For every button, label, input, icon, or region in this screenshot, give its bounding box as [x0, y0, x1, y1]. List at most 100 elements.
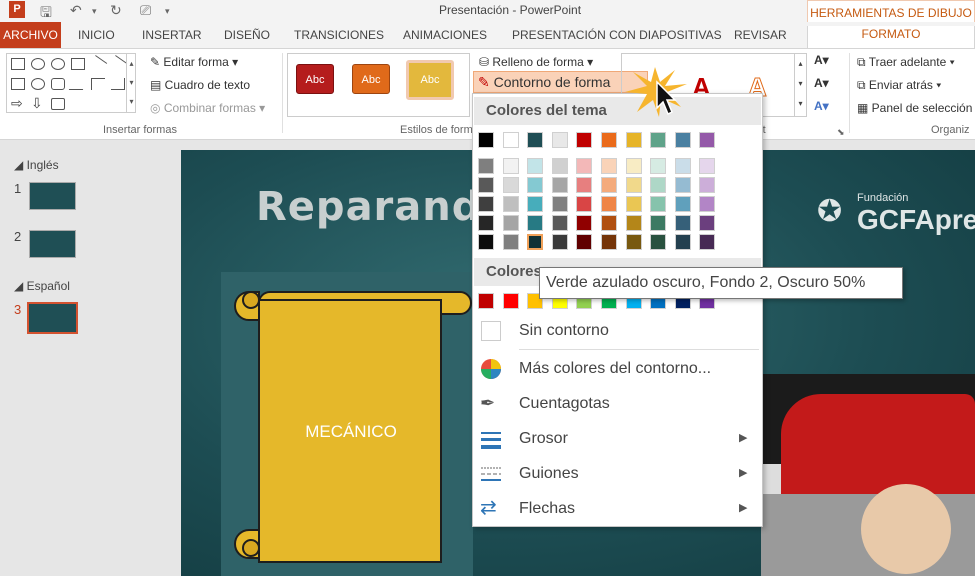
text-outline-icon[interactable]: A▾	[814, 76, 829, 90]
theme-color-swatch[interactable]	[699, 132, 716, 148]
theme-color-swatch[interactable]	[576, 177, 593, 193]
down-arrow-shape-icon[interactable]: ⇩	[31, 96, 45, 110]
theme-color-swatch[interactable]	[625, 177, 642, 193]
theme-color-swatch[interactable]	[674, 132, 691, 148]
weight-item[interactable]: Grosor ▶	[473, 423, 762, 455]
theme-color-swatch[interactable]	[576, 158, 593, 174]
theme-color-swatch[interactable]	[625, 215, 642, 231]
section-ingles[interactable]: ◢ Inglés	[14, 158, 59, 172]
theme-color-swatch[interactable]	[674, 215, 691, 231]
theme-color-swatch[interactable]	[576, 234, 593, 250]
theme-color-swatch[interactable]	[527, 158, 544, 174]
theme-color-swatch[interactable]	[699, 177, 716, 193]
theme-color-swatch[interactable]	[625, 158, 642, 174]
theme-color-swatch[interactable]	[527, 177, 544, 193]
section-espanol[interactable]: ◢ Español	[14, 279, 70, 293]
theme-color-swatch[interactable]	[674, 234, 691, 250]
theme-color-swatch[interactable]	[551, 132, 568, 148]
theme-color-swatch[interactable]	[601, 177, 617, 193]
theme-color-swatch[interactable]	[551, 196, 568, 212]
style-preset-red[interactable]: Abc	[296, 64, 334, 94]
theme-color-swatch[interactable]	[576, 196, 593, 212]
theme-color-swatch[interactable]	[551, 177, 568, 193]
theme-color-swatch[interactable]	[650, 132, 667, 148]
undo-icon[interactable]: ↶	[70, 2, 82, 19]
theme-color-swatch[interactable]	[699, 215, 716, 231]
standard-color-swatch[interactable]	[478, 293, 494, 309]
theme-color-swatch[interactable]	[478, 196, 494, 212]
tab-presentacion[interactable]: PRESENTACIÓN CON DIAPOSITIVAS	[512, 27, 722, 45]
tab-transiciones[interactable]: TRANSICIONES	[294, 27, 384, 45]
dialog-launcher-icon[interactable]: ⬊	[837, 127, 845, 138]
right-arrow-shape-icon[interactable]: ⇨	[11, 96, 25, 110]
theme-color-swatch-selected[interactable]	[527, 234, 544, 250]
more-outline-colors-item[interactable]: Más colores del contorno...	[473, 353, 762, 385]
circle-shape-icon[interactable]	[31, 78, 45, 90]
theme-color-swatch[interactable]	[502, 196, 519, 212]
undo-dropdown-icon[interactable]: ▾	[92, 6, 97, 17]
theme-color-swatch[interactable]	[478, 234, 494, 250]
text-effects-icon[interactable]: A▾	[814, 99, 829, 113]
tab-archivo[interactable]: ARCHIVO	[0, 22, 61, 48]
style-preset-orange[interactable]: Abc	[352, 64, 390, 94]
theme-color-swatch[interactable]	[576, 132, 593, 148]
smiley-shape-icon[interactable]	[51, 58, 65, 70]
theme-color-swatch[interactable]	[527, 132, 544, 148]
slide-thumbnail-3-selected[interactable]	[27, 302, 78, 334]
triangle-shape-icon[interactable]	[68, 78, 88, 90]
shape-fill-button[interactable]: ⛁ Relleno de forma ▾	[479, 55, 593, 69]
edit-shape-button[interactable]: ✎ Editar forma ▾	[150, 55, 238, 69]
standard-color-swatch[interactable]	[502, 293, 519, 309]
slide-thumbnail-1[interactable]	[29, 182, 76, 210]
theme-color-swatch[interactable]	[650, 234, 667, 250]
theme-color-swatch[interactable]	[527, 196, 544, 212]
theme-color-swatch[interactable]	[674, 177, 691, 193]
customize-toolbar-icon[interactable]: ▾	[165, 6, 170, 17]
merge-shapes-button[interactable]: ◎ Combinar formas ▾	[150, 101, 265, 115]
callout-shape-icon[interactable]	[51, 98, 65, 110]
theme-color-swatch[interactable]	[601, 196, 617, 212]
theme-color-swatch[interactable]	[502, 132, 519, 148]
line-shape-icon[interactable]	[88, 55, 108, 73]
theme-color-swatch[interactable]	[650, 215, 667, 231]
theme-color-swatch[interactable]	[674, 196, 691, 212]
theme-color-swatch[interactable]	[527, 215, 544, 231]
theme-color-swatch[interactable]	[650, 177, 667, 193]
no-outline-item[interactable]: Sin contorno	[473, 315, 762, 347]
theme-color-swatch[interactable]	[601, 132, 617, 148]
text-box-button[interactable]: ▤ Cuadro de texto	[150, 78, 250, 92]
rounded-rect-shape-icon[interactable]	[51, 78, 65, 90]
text-fill-icon[interactable]: A▾	[814, 53, 829, 67]
theme-color-swatch[interactable]	[478, 158, 494, 174]
start-slideshow-icon[interactable]: ⎚	[140, 2, 151, 19]
oval-shape-icon[interactable]	[31, 58, 45, 70]
tab-diseno[interactable]: DISEÑO	[224, 27, 270, 45]
theme-color-swatch[interactable]	[625, 132, 642, 148]
send-backward-button[interactable]: ⧉ Enviar atrás ▾	[857, 78, 941, 93]
selection-pane-button[interactable]: ▦ Panel de selección	[857, 101, 972, 115]
shapes-gallery-scroll[interactable]: ▴ ▾ ▾	[126, 54, 136, 112]
theme-color-swatch[interactable]	[650, 158, 667, 174]
tab-formato[interactable]: FORMATO	[807, 26, 975, 48]
slide-thumbnail-2[interactable]	[29, 230, 76, 258]
theme-color-swatch[interactable]	[650, 196, 667, 212]
theme-color-swatch[interactable]	[478, 177, 494, 193]
shape-styles-gallery[interactable]: Abc Abc Abc	[287, 53, 470, 117]
style-preset-gold-selected[interactable]: Abc	[406, 60, 454, 100]
theme-color-swatch[interactable]	[502, 158, 519, 174]
arrows-item[interactable]: ⇄ Flechas ▶	[473, 493, 762, 525]
theme-color-swatch[interactable]	[551, 234, 568, 250]
theme-color-swatch[interactable]	[502, 177, 519, 193]
theme-color-swatch[interactable]	[502, 215, 519, 231]
scroll-text[interactable]: MECÁNICO	[261, 422, 441, 442]
tab-revisar[interactable]: REVISAR	[734, 27, 787, 45]
theme-color-swatch[interactable]	[551, 158, 568, 174]
theme-color-swatch[interactable]	[502, 234, 519, 250]
tab-inicio[interactable]: INICIO	[78, 27, 115, 45]
theme-color-swatch[interactable]	[699, 234, 716, 250]
theme-color-swatch[interactable]	[601, 234, 617, 250]
dashes-item[interactable]: Guiones ▶	[473, 458, 762, 490]
theme-color-swatch[interactable]	[699, 196, 716, 212]
theme-color-swatch[interactable]	[478, 132, 494, 148]
rectangle-shape-icon[interactable]	[71, 58, 85, 70]
